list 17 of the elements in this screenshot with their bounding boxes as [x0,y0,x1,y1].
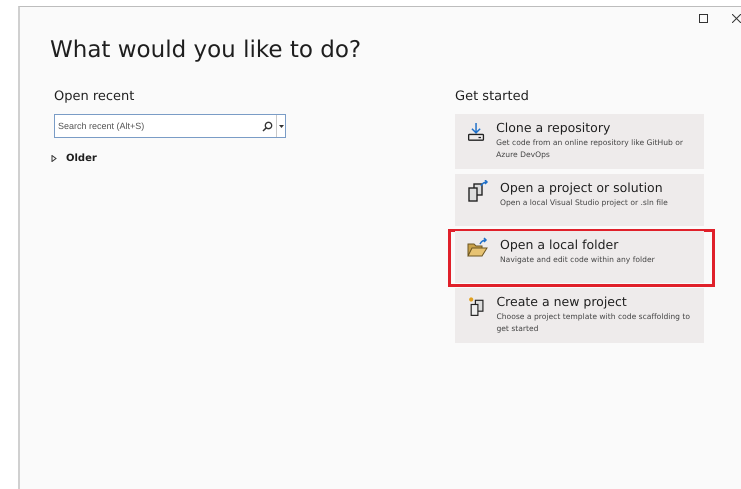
download-icon [467,120,486,144]
close-icon[interactable] [732,14,741,22]
maximize-icon[interactable] [699,14,708,22]
search-icon [262,120,273,132]
action-title: Open a project or solution [500,180,664,195]
dropdown-icon[interactable] [278,124,284,128]
section-heading: Get started [455,89,530,104]
search-box[interactable]: Search recent (Alt+S) [54,114,286,138]
action-title: Open a local folder [500,237,620,252]
action-title: Create a new project [496,294,628,309]
window-title: What would you like to do? [50,37,362,63]
action-title: Clone a repository [496,120,612,135]
group-label[interactable]: Older [66,153,97,164]
expand-icon[interactable] [51,155,57,162]
section-heading: Open recent [54,89,136,104]
documents-icon [467,180,489,204]
search-input[interactable]: Search recent (Alt+S) [55,121,262,131]
